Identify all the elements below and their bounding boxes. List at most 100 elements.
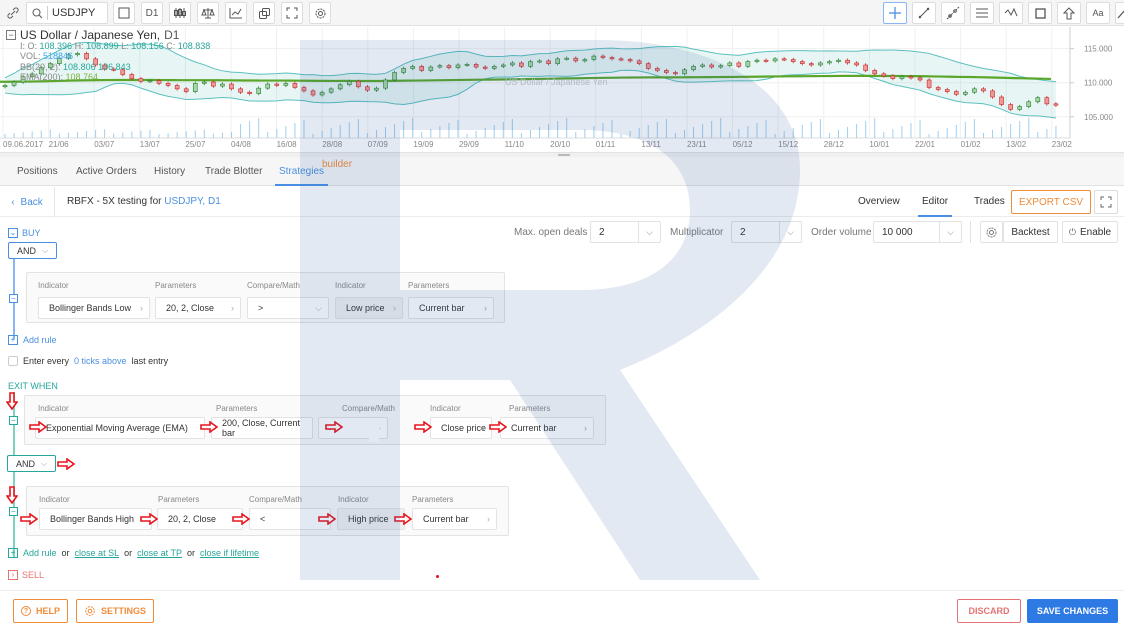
indicator2-value: Close price <box>441 423 487 433</box>
buy-rule: Indicator Parameters Compare/Math Indica… <box>26 272 505 323</box>
horizontal-lines-button[interactable] <box>970 2 994 24</box>
pattern-button[interactable] <box>999 2 1023 24</box>
buy-add-rule[interactable]: + Add rule <box>8 335 57 345</box>
chevron-down-icon: ⌵ <box>41 458 48 468</box>
remove-rule-icon[interactable]: − <box>9 416 18 425</box>
order-volume-select[interactable]: 10 000 ⌵ <box>873 221 962 243</box>
price-chart[interactable]: 115.000 110.000 105.000 US Dollar / Japanes… <box>0 27 1124 149</box>
max-open-deals-select[interactable]: 2 ⌵ <box>590 221 661 243</box>
tab-positions[interactable]: Positions <box>17 157 58 186</box>
rectangle-button[interactable] <box>1028 2 1052 24</box>
ray-button[interactable] <box>941 2 965 24</box>
expand-button[interactable] <box>1094 190 1118 214</box>
discard-button[interactable]: DISCARD <box>957 599 1021 623</box>
chart-type-button[interactable] <box>113 2 135 24</box>
resize-handle-icon[interactable] <box>558 154 570 156</box>
footer: ? HELP SETTINGS DISCARD SAVE CHANGES <box>0 590 1124 630</box>
parameters2-value: Current bar <box>423 514 469 524</box>
buy-logic-value: AND <box>17 245 37 256</box>
back-button[interactable]: ‹ Back <box>0 187 55 217</box>
candles-button[interactable] <box>169 2 191 24</box>
candle-body <box>981 88 986 92</box>
tab-active-orders[interactable]: Active Orders <box>76 157 137 186</box>
symbol-input[interactable] <box>47 6 105 20</box>
tab-history[interactable]: History <box>154 157 185 186</box>
indicators-button[interactable] <box>225 2 247 24</box>
entry-ticks-link[interactable]: 0 ticks above <box>74 356 127 366</box>
indicator2-select[interactable]: Low price › <box>335 297 403 319</box>
close-at-sl-link[interactable]: close at SL <box>75 548 120 558</box>
link-button[interactable] <box>2 2 24 24</box>
candle-body <box>763 59 769 62</box>
crosshair-button[interactable] <box>883 2 907 24</box>
fullscreen-button[interactable] <box>281 2 303 24</box>
trendline-button[interactable] <box>912 2 936 24</box>
chevron-down-icon: ⌵ <box>638 222 660 242</box>
exit-logic-select[interactable]: AND ⌵ <box>7 455 57 472</box>
enable-button[interactable]: ⏻ Enable <box>1062 221 1118 243</box>
strategy-settings-button[interactable] <box>980 221 1003 243</box>
backtest-button[interactable]: Backtest <box>1003 221 1058 243</box>
close-if-lifetime-link[interactable]: close if lifetime <box>200 548 259 558</box>
parameters-select[interactable]: 200, Close, Current bar <box>211 417 313 439</box>
x-tick-label: 04/08 <box>230 140 252 149</box>
settings-button[interactable]: SETTINGS <box>76 599 154 623</box>
tab-overview[interactable]: Overview <box>858 187 900 217</box>
save-changes-button[interactable]: SAVE CHANGES <box>1027 599 1118 623</box>
symbol-search[interactable] <box>26 2 108 24</box>
remove-rule-icon[interactable]: − <box>9 294 18 303</box>
candle-body <box>346 81 352 86</box>
exit-when-label: EXIT WHEN <box>8 381 58 391</box>
tab-trades[interactable]: Trades <box>974 187 1005 217</box>
add-rule-link[interactable]: Add rule <box>23 548 57 558</box>
compare-select[interactable]: >⌵ <box>247 297 329 319</box>
candle-body <box>292 83 298 88</box>
plus-icon[interactable]: + <box>8 548 18 558</box>
parameters2-select[interactable]: Current bar › <box>408 297 494 319</box>
candle-body <box>618 58 624 61</box>
help-button[interactable]: ? HELP <box>13 599 68 623</box>
entry-checkbox[interactable] <box>8 356 18 366</box>
candle-body <box>718 65 724 68</box>
parameters-select[interactable]: 20, 2, Close › <box>155 297 241 319</box>
collapse-legend-icon[interactable]: − <box>6 30 16 41</box>
x-tick-label: 20/10 <box>550 140 571 149</box>
text-tool-button[interactable]: Aa <box>1086 2 1110 24</box>
candle-body <box>908 76 914 79</box>
x-tick-label: 13/02 <box>1006 140 1027 149</box>
export-csv-button[interactable]: EXPORT CSV <box>1011 190 1091 214</box>
indicator-select[interactable]: Bollinger Bands Low › <box>38 297 150 319</box>
chart-settings-button[interactable] <box>309 2 331 24</box>
close-at-tp-link[interactable]: close at TP <box>137 548 182 558</box>
indicator-select[interactable]: Bollinger Bands High <box>39 508 152 530</box>
tab-editor[interactable]: Editor <box>918 187 953 217</box>
candle-body <box>337 84 343 90</box>
buy-logic-select[interactable]: AND ⌵ <box>8 242 58 259</box>
buy-section-toggle[interactable]: ⌄ BUY <box>8 228 41 238</box>
parameters2-select[interactable]: Current bar › <box>412 508 497 530</box>
compare-button[interactable] <box>197 2 219 24</box>
indicator-select[interactable]: Exponential Moving Average (EMA) <box>35 417 205 439</box>
multiplicator-select[interactable]: 2 ⌵ <box>731 221 802 243</box>
remove-rule-icon[interactable]: − <box>9 507 18 516</box>
entry-suffix: last entry <box>131 356 169 366</box>
tab-trade-blotter[interactable]: Trade Blotter <box>205 157 262 186</box>
tab-strategies[interactable]: Strategies <box>275 157 329 186</box>
bb-label: BB(20, 2): <box>20 61 61 72</box>
brush-button[interactable] <box>1115 2 1124 24</box>
sell-section-toggle[interactable]: › SELL <box>8 570 44 580</box>
parameters2-select[interactable]: Current bar › <box>500 417 594 439</box>
builder-annotation: builder <box>322 159 353 170</box>
indicator2-select[interactable]: Close price › <box>430 417 492 439</box>
parameters-label: Parameters <box>216 404 258 413</box>
x-tick-label: 13/11 <box>641 140 661 149</box>
candle-body <box>220 83 225 87</box>
parameters-select[interactable]: 20, 2, Close <box>157 508 243 530</box>
arrow-button[interactable] <box>1057 2 1081 24</box>
chevron-down-icon: ⌵ <box>42 245 49 255</box>
exit-add-rule-row: + Add rule or close at SL or close at TP… <box>8 548 259 558</box>
candle-body <box>990 90 995 98</box>
rectangle-icon <box>1034 7 1046 19</box>
timeframe-button[interactable]: D1 <box>141 2 163 24</box>
layers-button[interactable] <box>253 2 275 24</box>
